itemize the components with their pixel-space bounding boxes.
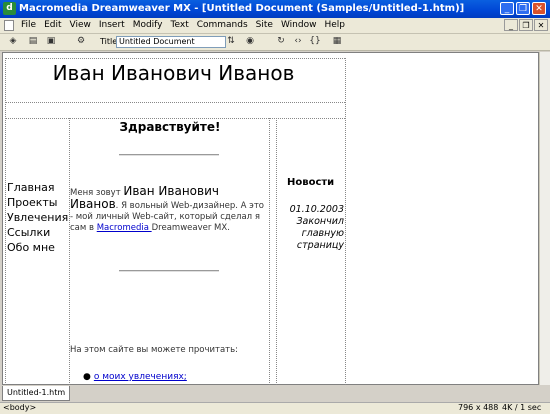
maximize-button[interactable]: ❐: [516, 2, 530, 15]
table-border: [5, 118, 345, 119]
menu-modify[interactable]: Modify: [129, 19, 167, 32]
design-view-icon[interactable]: ▣: [44, 35, 58, 48]
split-view-icon[interactable]: ▤: [26, 35, 40, 48]
page-title-input[interactable]: [116, 36, 226, 48]
preview-browser-icon[interactable]: ◉: [243, 35, 257, 48]
bullet-item: ● о моих увлечениях;: [83, 372, 187, 382]
menu-site[interactable]: Site: [252, 19, 277, 32]
news-date: 01.10.2003: [289, 204, 344, 215]
news-line: страницу: [296, 240, 344, 251]
menu-bar: File Edit View Insert Modify Text Comman…: [0, 18, 550, 34]
menu-commands[interactable]: Commands: [193, 19, 252, 32]
greeting-heading[interactable]: Здравствуйте!: [70, 120, 270, 134]
doc-minimize-button[interactable]: _: [504, 19, 518, 31]
horizontal-rule: [119, 270, 219, 272]
news-line: главную: [301, 228, 344, 239]
doc-restore-button[interactable]: ❐: [519, 19, 533, 31]
menu-file[interactable]: File: [17, 19, 40, 32]
table-border: [276, 118, 277, 385]
refresh-icon[interactable]: ↻: [274, 35, 288, 48]
document-window-controls: _ ❐ ✕: [504, 19, 548, 31]
horizontal-rule: [119, 154, 219, 156]
reference-icon[interactable]: ‹›: [291, 35, 305, 48]
dw-logo-icon: d: [3, 2, 16, 15]
menu-view[interactable]: View: [66, 19, 95, 32]
intro-suffix: Dreamweaver MX.: [151, 223, 230, 233]
status-bar: <body> 796 x 488 4K / 1 sec: [0, 402, 550, 414]
macromedia-link[interactable]: Macromedia: [97, 223, 152, 233]
menu-insert[interactable]: Insert: [95, 19, 129, 32]
page-header[interactable]: Иван Иванович Иванов: [5, 61, 342, 85]
close-button[interactable]: ✕: [532, 2, 546, 15]
nav-item-home[interactable]: Главная: [7, 180, 68, 195]
doc-close-button[interactable]: ✕: [534, 19, 548, 31]
menu-text[interactable]: Text: [167, 19, 193, 32]
file-size-info: 4K / 1 sec: [502, 403, 542, 412]
nav-item-hobbies[interactable]: Увлечения: [7, 210, 68, 225]
table-border: [345, 58, 346, 385]
code-navigation-icon[interactable]: {}: [308, 35, 322, 48]
nav-item-projects[interactable]: Проекты: [7, 195, 68, 210]
code-view-icon[interactable]: ◈: [6, 35, 20, 48]
news-item[interactable]: 01.10.2003 Закончил главную страницу: [278, 204, 344, 252]
file-management-icon[interactable]: ⇅: [224, 35, 238, 48]
nav-item-about[interactable]: Обо мне: [7, 240, 68, 255]
window-title: Macromedia Dreamweaver MX - [Untitled Do…: [19, 3, 465, 14]
menu-help[interactable]: Help: [320, 19, 349, 32]
news-line: Закончил: [296, 216, 344, 227]
table-border: [5, 102, 345, 103]
live-data-icon[interactable]: ⚙: [74, 35, 88, 48]
title-bar: d Macromedia Dreamweaver MX - [Untitled …: [0, 0, 550, 18]
menu-window[interactable]: Window: [277, 19, 321, 32]
nav-item-links[interactable]: Ссылки: [7, 225, 68, 240]
minimize-button[interactable]: _: [500, 2, 514, 15]
table-border: [269, 118, 270, 385]
vertical-scrollbar[interactable]: [539, 52, 550, 385]
menu-items: File Edit View Insert Modify Text Comman…: [17, 19, 349, 32]
window-size[interactable]: 796 x 488: [458, 403, 498, 413]
table-border: [5, 58, 6, 385]
document-tab[interactable]: Untitled-1.htm: [2, 386, 71, 401]
news-heading[interactable]: Новости: [287, 177, 334, 188]
document-toolbar: ◈ ▤ ▣ ⚙ Title: ⇅ ◉ ↻ ‹› {} ▦: [0, 34, 550, 51]
table-border: [5, 58, 345, 59]
tag-selector[interactable]: <body>: [3, 403, 36, 413]
hobbies-link[interactable]: о моих увлечениях;: [94, 372, 187, 382]
read-text[interactable]: На этом сайте вы можете прочитать:: [70, 345, 238, 355]
intro-paragraph[interactable]: Меня зовут Иван Иванович Иванов. Я вольн…: [70, 185, 268, 234]
view-options-icon[interactable]: ▦: [330, 35, 344, 48]
menu-edit[interactable]: Edit: [40, 19, 65, 32]
navigation-menu: Главная Проекты Увлечения Ссылки Обо мне: [7, 180, 68, 255]
bullet-icon: ●: [83, 372, 91, 382]
document-icon: [4, 20, 14, 31]
